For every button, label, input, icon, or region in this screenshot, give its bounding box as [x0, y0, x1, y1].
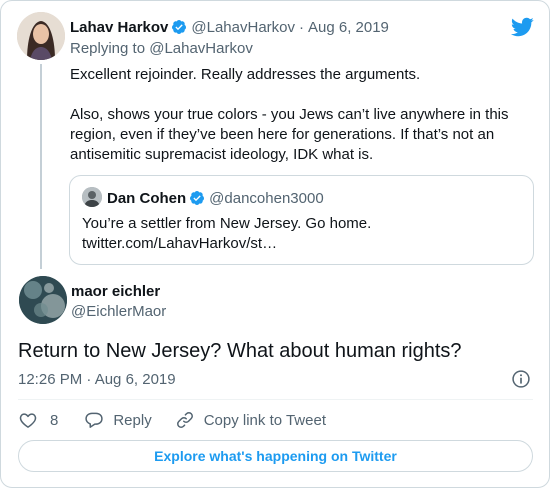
like-button[interactable]: 8	[18, 410, 58, 430]
verified-badge-icon	[172, 20, 187, 34]
quoted-handle: @dancohen3000	[209, 189, 324, 207]
quoted-display-name: Dan Cohen	[107, 189, 187, 207]
like-count: 8	[50, 411, 59, 429]
parent-handle[interactable]: @LahavHarkov	[191, 19, 295, 36]
quoted-tweet-text: You’re a settler from New Jersey. Go hom…	[82, 214, 522, 254]
divider	[18, 399, 533, 400]
parent-paragraph-1: Excellent rejoinder. Really addresses th…	[70, 66, 421, 83]
explore-twitter-button[interactable]: Explore what's happening on Twitter	[18, 440, 533, 472]
parent-date[interactable]: Aug 6, 2019	[308, 19, 389, 36]
quoted-link[interactable]: twitter.com/LahavHarkov/st…	[82, 234, 522, 254]
parent-tweet-text: Excellent rejoinder. Really addresses th…	[70, 65, 532, 165]
avatar-maor-eichler[interactable]	[19, 276, 67, 324]
verified-badge-icon	[190, 191, 205, 205]
reply-button[interactable]: Reply	[84, 410, 152, 430]
main-display-name[interactable]: maor eichler	[71, 283, 160, 300]
separator-dot: ·	[299, 18, 304, 36]
avatar-lahav-harkov[interactable]	[17, 12, 65, 60]
avatar-dan-cohen[interactable]	[82, 187, 102, 207]
main-handle[interactable]: @EichlerMaor	[71, 303, 166, 320]
parent-display-name[interactable]: Lahav Harkov	[70, 19, 168, 36]
avatar-photo	[19, 276, 67, 324]
twitter-bird-icon[interactable]	[510, 15, 534, 39]
copy-link-button[interactable]: Copy link to Tweet	[175, 410, 326, 430]
reply-label: Reply	[113, 411, 152, 429]
quoted-author-row: Dan Cohen @dancohen3000	[107, 188, 324, 208]
replying-to-label[interactable]: Replying to @LahavHarkov	[70, 40, 253, 57]
quoted-tweet[interactable]: Dan Cohen @dancohen3000 You’re a settler…	[69, 175, 534, 265]
link-icon	[176, 412, 193, 428]
action-bar: 8 Reply Copy link to Tweet	[18, 408, 326, 432]
main-timestamp[interactable]: 12:26 PM · Aug 6, 2019	[18, 371, 176, 388]
parent-paragraph-2: Also, shows your true colors - you Jews …	[70, 106, 509, 163]
thread-connector-line	[40, 64, 42, 269]
avatar-photo	[17, 12, 65, 60]
parent-author-row: Lahav Harkov @LahavHarkov · Aug 6, 2019	[70, 17, 389, 37]
heart-icon	[19, 413, 37, 428]
tweet-embed-card: Lahav Harkov @LahavHarkov · Aug 6, 2019 …	[0, 0, 550, 488]
main-tweet-text: Return to New Jersey? What about human r…	[18, 340, 462, 362]
speech-bubble-icon	[85, 412, 104, 428]
info-icon[interactable]	[511, 369, 531, 389]
quoted-text-line: You’re a settler from New Jersey. Go hom…	[82, 215, 372, 232]
copy-link-label: Copy link to Tweet	[203, 411, 326, 429]
avatar-photo	[82, 187, 102, 207]
